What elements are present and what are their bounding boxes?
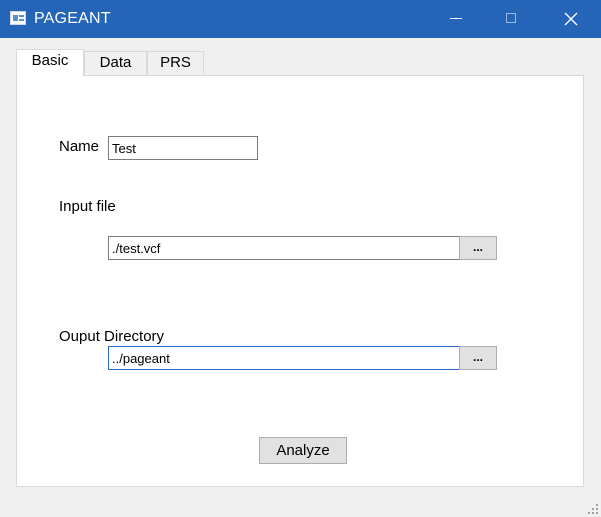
name-label: Name [59, 138, 100, 155]
window-app-icon [10, 11, 26, 25]
resize-grip-icon[interactable] [588, 504, 598, 514]
close-button[interactable] [546, 0, 596, 38]
analyze-button[interactable]: Analyze [259, 437, 347, 464]
minimize-icon [450, 18, 462, 19]
output-directory-browse-button[interactable]: ... [459, 346, 497, 370]
maximize-button[interactable] [487, 0, 537, 38]
input-file-browse-button[interactable]: ... [459, 236, 497, 260]
tab-basic[interactable]: Basic [16, 49, 84, 76]
close-icon [564, 12, 578, 26]
output-directory-label: Ouput Directory [59, 328, 165, 345]
basic-tab-panel [16, 75, 584, 487]
input-file-label: Input file [59, 198, 116, 215]
minimize-button[interactable] [432, 0, 482, 38]
window-title: PAGEANT [34, 10, 111, 27]
name-field[interactable] [108, 136, 258, 160]
input-file-field[interactable] [108, 236, 460, 260]
tab-prs[interactable]: PRS [147, 51, 204, 75]
tab-data[interactable]: Data [84, 51, 147, 75]
title-bar[interactable]: PAGEANT [0, 0, 601, 38]
output-directory-field[interactable] [108, 346, 460, 370]
maximize-icon [506, 13, 516, 23]
